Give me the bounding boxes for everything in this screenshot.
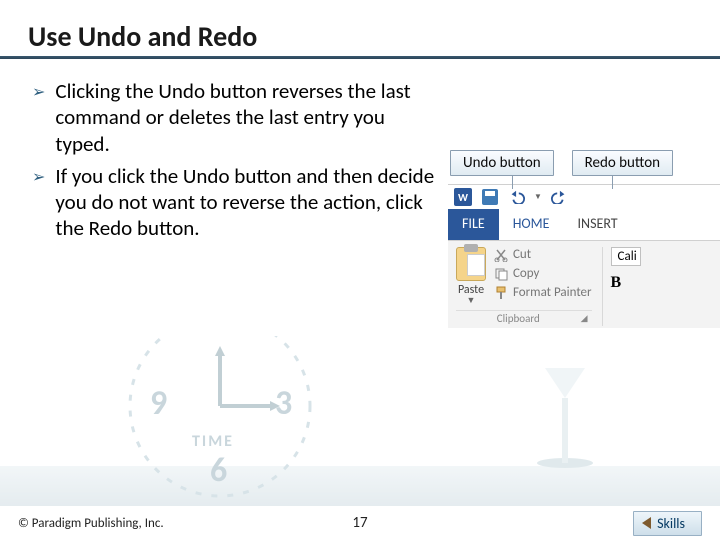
font-group: Cali B xyxy=(602,247,641,326)
redo-icon[interactable] xyxy=(550,190,568,204)
chevron-down-icon[interactable]: ▼ xyxy=(467,295,476,306)
undo-callout: Undo button xyxy=(450,150,554,176)
copy-icon xyxy=(494,267,508,281)
list-item: ➢ Clicking the Undo button reverses the … xyxy=(32,78,442,157)
title-bar: Use Undo and Redo xyxy=(0,12,720,60)
bullet-list: ➢ Clicking the Undo button reverses the … xyxy=(32,78,442,248)
paste-button[interactable]: Paste ▼ xyxy=(456,247,486,306)
callout-label: Undo button xyxy=(463,154,541,172)
page-number: 17 xyxy=(352,514,367,532)
undo-icon[interactable] xyxy=(508,190,526,204)
tab-home[interactable]: HOME xyxy=(499,209,564,240)
format-painter-button[interactable]: Format Painter xyxy=(494,285,592,300)
clipboard-group-label: Clipboard ◢ xyxy=(456,310,592,326)
title-underline xyxy=(0,56,720,59)
skills-button[interactable]: Skills xyxy=(633,511,702,536)
tab-insert[interactable]: INSERT xyxy=(564,209,632,240)
bullet-arrow-icon: ➢ xyxy=(32,82,45,157)
bold-button[interactable]: B xyxy=(611,274,641,292)
bullet-text: Clicking the Undo button reverses the la… xyxy=(55,78,442,157)
copyright-text: © Paradigm Publishing, Inc. xyxy=(18,516,164,531)
undo-dropdown-icon[interactable]: ▼ xyxy=(534,192,542,202)
tab-file[interactable]: FILE xyxy=(448,209,499,240)
ribbon-body: Paste ▼ Cut Copy xyxy=(448,240,720,328)
paste-icon xyxy=(456,247,486,281)
redo-callout: Redo button xyxy=(572,150,673,176)
skills-label: Skills xyxy=(657,515,685,532)
font-name-combo[interactable]: Cali xyxy=(611,247,641,266)
footer: © Paradigm Publishing, Inc. 17 Skills xyxy=(0,506,720,540)
format-painter-icon xyxy=(494,286,508,300)
copy-label: Copy xyxy=(513,266,539,281)
word-app-icon[interactable]: W xyxy=(454,188,472,206)
copy-button[interactable]: Copy xyxy=(494,266,592,281)
list-item: ➢ If you click the Undo button and then … xyxy=(32,163,442,242)
cut-icon xyxy=(494,248,508,262)
dialog-launcher-icon[interactable]: ◢ xyxy=(581,313,592,324)
group-label-text: Clipboard xyxy=(456,312,581,325)
bullet-arrow-icon: ➢ xyxy=(32,167,45,242)
background-decoration: 9 3 6 TIME xyxy=(0,336,720,506)
lamp-icon xyxy=(530,348,600,468)
cut-button[interactable]: Cut xyxy=(494,247,592,262)
ribbon-screenshot: Undo button Redo button W ▼ FILE HOME IN… xyxy=(448,150,720,328)
slide-title: Use Undo and Redo xyxy=(0,19,257,54)
quick-access-toolbar: W ▼ xyxy=(448,184,720,209)
back-arrow-icon xyxy=(642,517,651,529)
clock-three: 3 xyxy=(275,383,292,424)
clock-six: 6 xyxy=(210,450,227,491)
ribbon-tabs: FILE HOME INSERT xyxy=(448,209,720,240)
clock-nine: 9 xyxy=(150,383,167,424)
save-icon[interactable] xyxy=(482,189,498,205)
cut-label: Cut xyxy=(513,247,531,262)
format-painter-label: Format Painter xyxy=(513,285,592,300)
clock-time-label: TIME xyxy=(192,432,234,451)
callout-label: Redo button xyxy=(585,154,660,172)
bullet-text: If you click the Undo button and then de… xyxy=(55,163,442,242)
